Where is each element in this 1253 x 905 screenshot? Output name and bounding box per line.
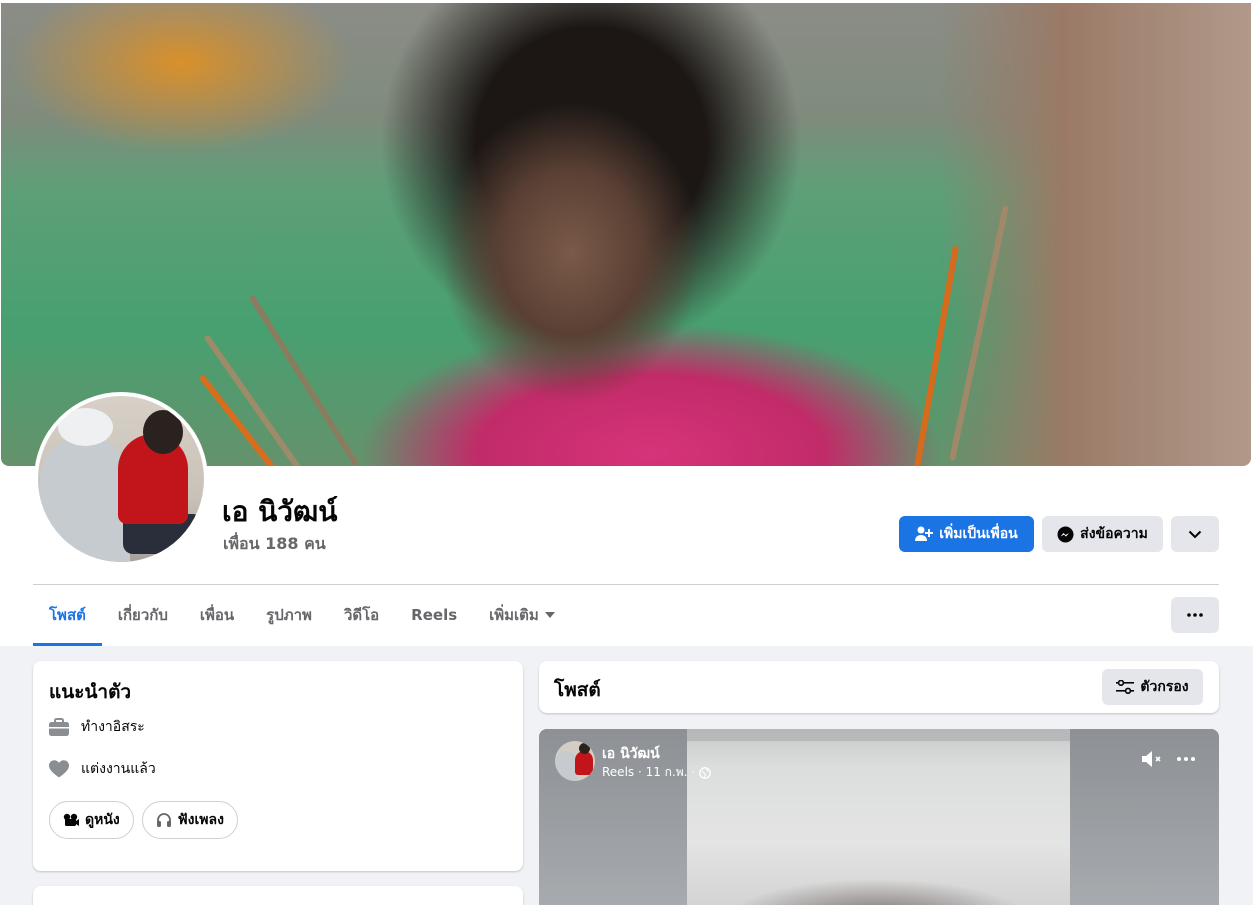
more-horizontal-icon [1187, 613, 1203, 617]
add-friend-label: เพิ่มเป็นเพื่อน [939, 526, 1018, 542]
profile-avatar[interactable] [34, 392, 208, 566]
film-icon [63, 813, 79, 827]
volume-muted-icon [1141, 749, 1165, 769]
globe-icon [699, 766, 711, 779]
tabs-more-button[interactable] [1171, 597, 1219, 633]
messenger-icon [1057, 526, 1074, 543]
tab-photos[interactable]: รูปภาพ [250, 586, 328, 644]
profile-name: เอ นิวัฒน์ [222, 495, 338, 528]
profile-options-button[interactable] [1171, 516, 1219, 552]
reel-meta: Reels · 11 ก.พ. · [602, 763, 711, 782]
tab-posts[interactable]: โพสต์ [33, 586, 102, 646]
message-button[interactable]: ส่งข้อความ [1042, 516, 1163, 552]
reel-author-name[interactable]: เอ นิวัฒน์ [602, 743, 660, 765]
sliders-icon [1116, 680, 1135, 694]
reel-video[interactable] [687, 729, 1070, 905]
profile-tabs: โพสต์ เกี่ยวกับ เพื่อน รูปภาพ วิดีโอ Ree… [33, 586, 571, 646]
intro-relationship-text: แต่งงานแล้ว [81, 761, 156, 777]
add-friend-icon [915, 526, 934, 542]
profile-picture [38, 396, 204, 562]
heart-icon [49, 760, 69, 778]
headphones-icon [156, 812, 172, 828]
filter-button[interactable]: ตัวกรอง [1102, 669, 1203, 705]
reel-meta-text: Reels · 11 ก.พ. · [602, 765, 696, 779]
briefcase-icon [49, 718, 69, 736]
posts-header-card: โพสต์ ตัวกรอง [539, 661, 1219, 713]
tab-friends[interactable]: เพื่อน [184, 586, 250, 644]
cover-photo[interactable] [1, 3, 1251, 466]
caret-down-icon [544, 612, 555, 618]
intro-work-text: ทำงาอิสระ [81, 719, 145, 735]
more-horizontal-icon [1177, 757, 1195, 761]
intro-relationship-row: แต่งงานแล้ว [49, 758, 156, 780]
message-label: ส่งข้อความ [1080, 526, 1148, 542]
intro-work-row: ทำงาอิสระ [49, 716, 145, 738]
mute-button[interactable] [1141, 747, 1165, 771]
hobbies-list: ดูหนัง ฟังเพลง [49, 801, 238, 839]
post-options-button[interactable] [1174, 747, 1198, 771]
tab-about[interactable]: เกี่ยวกับ [102, 586, 184, 644]
posts-title: โพสต์ [554, 679, 601, 701]
hobby-chip-music[interactable]: ฟังเพลง [141, 801, 238, 839]
featured-card [33, 886, 523, 905]
intro-title: แนะนำตัว [49, 681, 132, 703]
tab-videos[interactable]: วิดีโอ [328, 586, 395, 644]
tab-reels[interactable]: Reels [395, 586, 473, 644]
intro-card: แนะนำตัว ทำงาอิสระ แต่งงานแล้ว ดูหนัง ฟั… [33, 661, 523, 871]
reel-author-avatar[interactable] [555, 741, 595, 781]
friends-count[interactable]: เพื่อน 188 คน [223, 532, 326, 557]
filter-label: ตัวกรอง [1140, 679, 1189, 695]
header-divider [33, 584, 1219, 585]
tab-more[interactable]: เพิ่มเติม [473, 586, 571, 644]
reel-post[interactable]: เอ นิวัฒน์ Reels · 11 ก.พ. · [539, 729, 1219, 905]
hobby-chip-movies[interactable]: ดูหนัง [49, 801, 134, 839]
chevron-down-icon [1188, 530, 1202, 539]
add-friend-button[interactable]: เพิ่มเป็นเพื่อน [899, 516, 1034, 552]
profile-header: เอ นิวัฒน์ เพื่อน 188 คน เพิ่มเป็นเพื่อน… [0, 0, 1253, 646]
